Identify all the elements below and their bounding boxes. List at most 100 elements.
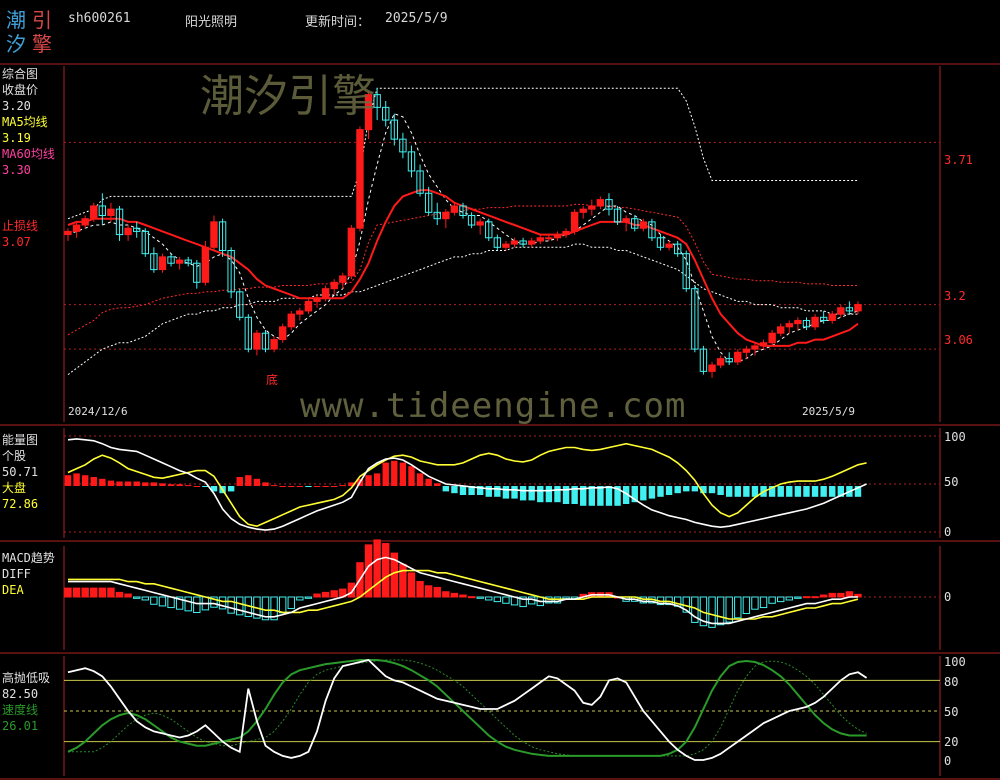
- energy-bar: [605, 486, 613, 506]
- macd-bar: [794, 596, 802, 599]
- candle-body: [579, 208, 587, 213]
- upper-band-line: [67, 87, 858, 220]
- mid-band-line: [67, 203, 858, 336]
- candle-body: [665, 243, 673, 248]
- candle-body: [794, 319, 802, 325]
- macd-bar: [493, 596, 502, 603]
- macd-bar: [751, 596, 759, 610]
- energy-stock-label: 个股: [2, 449, 27, 463]
- energy-bar: [597, 486, 604, 506]
- energy-bar: [133, 481, 140, 486]
- energy-bar: [494, 486, 501, 497]
- macd-bar: [424, 585, 433, 598]
- kdj-speed-label: 速度线: [2, 703, 39, 717]
- macd-bar: [278, 596, 287, 614]
- energy-bar: [717, 486, 724, 495]
- candle-body: [287, 313, 295, 328]
- energy-bar: [648, 486, 656, 499]
- candle-body: [313, 297, 321, 302]
- energy-bar: [794, 486, 802, 497]
- kdj-tick-20: 20: [944, 735, 959, 749]
- bottom-marker: 底: [266, 373, 279, 387]
- energy-tick-50: 50: [944, 475, 959, 489]
- energy-bar: [691, 486, 699, 492]
- energy-bar: [683, 486, 690, 492]
- energy-tick-0: 0: [944, 525, 952, 539]
- energy-title: 能量图: [2, 433, 39, 447]
- kdj-panel-plot: [64, 659, 940, 761]
- main-panel-plot: [64, 87, 940, 378]
- energy-bar: [562, 486, 570, 504]
- candle-body: [639, 221, 648, 229]
- y-tick-306: 3.06: [944, 333, 973, 347]
- energy-bar: [322, 486, 329, 487]
- energy-bar: [330, 486, 338, 487]
- kdj-title: 高抛低吸: [2, 671, 51, 685]
- y-tick-371: 3.71: [944, 153, 973, 167]
- kdj-tick-0: 0: [944, 754, 952, 768]
- watermark-url: www.tideengine.com: [300, 386, 687, 426]
- macd-bar: [819, 594, 828, 598]
- energy-bar: [434, 483, 441, 486]
- energy-bar: [674, 486, 681, 494]
- energy-bar: [81, 475, 89, 486]
- close-value: 3.20: [2, 99, 31, 113]
- energy-market-value: 72.86: [2, 497, 39, 511]
- macd-legend: MACD趋势 DIFF DEA: [2, 550, 55, 598]
- candle-body: [708, 364, 716, 372]
- energy-market-label: 大盘: [2, 481, 27, 495]
- energy-bar: [150, 482, 158, 486]
- candle-body: [562, 230, 570, 236]
- macd-bar: [287, 596, 295, 610]
- energy-bar: [236, 477, 243, 486]
- energy-tick-100: 100: [944, 430, 966, 444]
- candle-body: [72, 224, 81, 232]
- candle-body: [253, 332, 261, 350]
- candle-body: [588, 205, 596, 210]
- candle-body: [321, 288, 330, 299]
- energy-bar: [73, 473, 80, 486]
- energy-bar: [459, 486, 467, 495]
- kdj-speed-value: 26.01: [2, 719, 39, 733]
- candle-body: [734, 351, 742, 363]
- candle-body: [296, 310, 304, 315]
- kdj-tick-50: 50: [944, 705, 959, 719]
- energy-bar: [270, 485, 278, 487]
- energy-bar: [502, 486, 510, 499]
- candle-body: [347, 227, 356, 277]
- energy-bar: [743, 486, 750, 497]
- ma60-label: MA60均线: [2, 147, 55, 161]
- stop-legend: 止损线 3.07: [2, 218, 38, 250]
- energy-bar: [167, 484, 175, 486]
- energy-bar: [176, 484, 183, 486]
- energy-bar: [99, 478, 106, 486]
- macd-bar: [184, 596, 192, 612]
- macd-bar: [150, 596, 158, 605]
- macd-bar: [716, 596, 725, 626]
- energy-bar: [245, 475, 252, 486]
- candle-body: [278, 326, 287, 341]
- energy-bar: [545, 486, 553, 503]
- candle-body: [450, 205, 459, 213]
- energy-bar: [777, 486, 784, 497]
- macd-bar: [90, 587, 98, 598]
- energy-bar: [734, 486, 741, 497]
- candle-body: [759, 342, 768, 347]
- kdj-value: 82.50: [2, 687, 39, 701]
- candle-body: [545, 237, 553, 240]
- main-legend: 综合图 收盘价 3.20 MA5均线 3.19 MA60均线 3.30: [2, 66, 55, 178]
- energy-bar: [725, 486, 733, 497]
- macd-bar: [236, 596, 244, 616]
- macd-bar: [72, 587, 81, 598]
- macd-bar: [407, 572, 416, 598]
- macd-bar: [837, 592, 845, 598]
- energy-bar: [537, 486, 544, 503]
- macd-bar: [442, 591, 450, 598]
- macd-bar: [742, 596, 751, 614]
- macd-tick-0: 0: [944, 590, 952, 604]
- macd-bar: [476, 596, 484, 599]
- kdj-legend: 高抛低吸 82.50 速度线 26.01: [2, 670, 50, 734]
- energy-bar: [107, 480, 115, 486]
- candle-body: [768, 332, 776, 344]
- energy-bar: [365, 475, 372, 486]
